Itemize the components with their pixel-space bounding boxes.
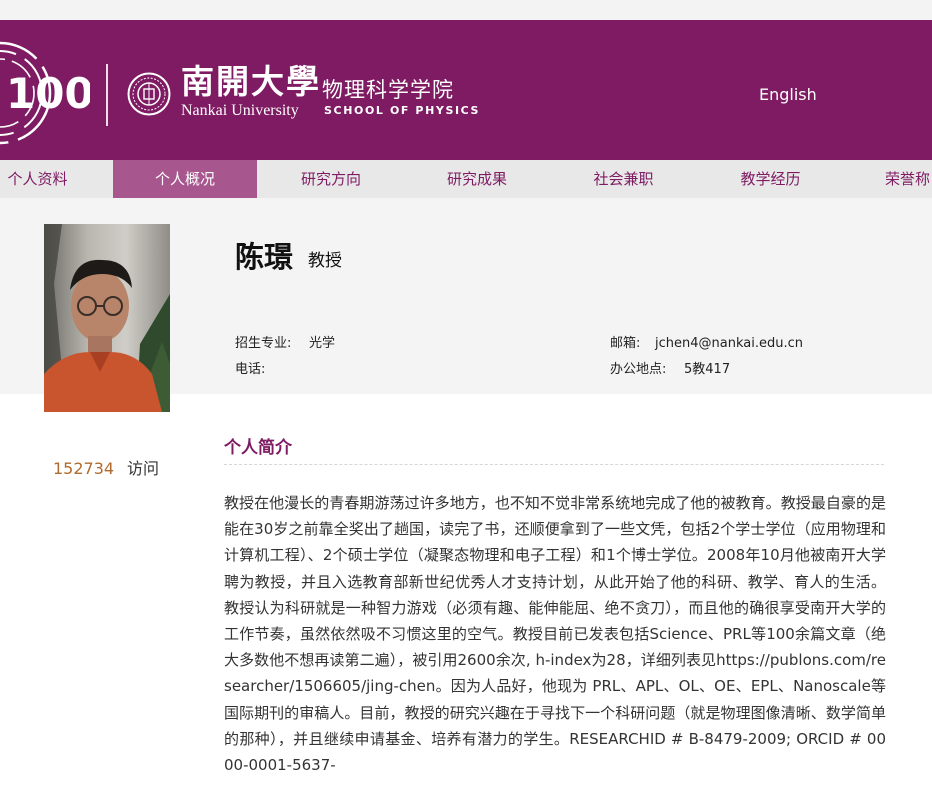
intro-text: 教授在他漫长的青春期游荡过许多地方，也不知不觉非常系统地完成了他的被教育。教授最… xyxy=(224,494,886,775)
visit-count: 152734 xyxy=(53,459,115,478)
email-value[interactable]: jchen4@nankai.edu.cn xyxy=(655,334,803,354)
office-label: 办公地点: xyxy=(610,362,667,377)
phone-label: 电话: xyxy=(235,362,266,377)
intro-divider xyxy=(224,464,884,465)
nav-item-teaching[interactable]: 教学经历 xyxy=(697,160,844,198)
nav-item-personal-info[interactable]: 个人资料 xyxy=(0,160,75,198)
nav-item-research-direction[interactable]: 研究方向 xyxy=(258,160,404,198)
centennial-logo-icon: 100 xyxy=(0,41,90,145)
profile-title: 教授 xyxy=(308,251,342,271)
school-name-cn: 物理科学学院 xyxy=(322,78,454,102)
logo-divider xyxy=(106,64,108,126)
university-name-cn: 南開大學 xyxy=(181,62,321,101)
nav-item-research-results[interactable]: 研究成果 xyxy=(404,160,550,198)
email-label: 邮箱: xyxy=(610,336,641,351)
main-nav: 个人资料 个人概况 研究方向 研究成果 社会兼职 教学经历 荣誉称 xyxy=(0,160,932,198)
visit-label: 访问 xyxy=(127,459,160,478)
nav-item-social-positions[interactable]: 社会兼职 xyxy=(550,160,697,198)
nav-item-honors[interactable]: 荣誉称 xyxy=(844,160,932,198)
intro-heading: 个人简介 xyxy=(224,438,292,458)
university-name-en: Nankai University xyxy=(181,102,299,119)
office-value: 5教417 xyxy=(684,362,731,377)
university-seal-icon xyxy=(127,72,171,116)
top-strip xyxy=(0,0,932,20)
profile-photo xyxy=(44,224,170,412)
profile-name: 陈璟 xyxy=(235,240,294,274)
site-header: 100 南開大學 Nankai University 物理科学学院 SCHOOL… xyxy=(0,20,932,160)
school-name-en: SCHOOL OF PHYSICS xyxy=(324,104,481,117)
english-language-link[interactable]: English xyxy=(759,84,817,106)
nav-item-overview[interactable]: 个人概况 xyxy=(113,160,257,198)
major-label: 招生专业: xyxy=(235,336,292,351)
major-value: 光学 xyxy=(309,336,336,351)
logo-100-text: 100 xyxy=(6,69,90,118)
